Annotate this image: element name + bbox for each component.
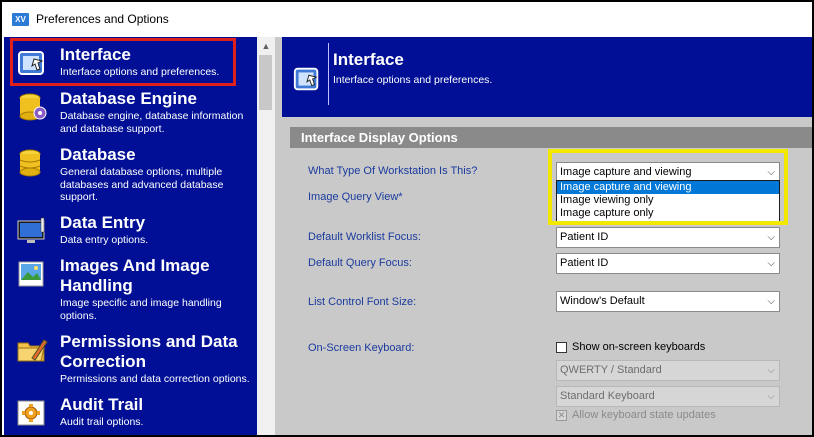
- audit-trail-icon: [17, 400, 45, 426]
- sidebar: Interface Interface options and preferen…: [4, 37, 257, 435]
- section-header: Interface Display Options: [290, 127, 812, 148]
- show-keyboard-checkbox[interactable]: [556, 342, 567, 353]
- sidebar-item-desc: Permissions and data correction options.: [60, 373, 250, 385]
- sidebar-item-title: Audit Trail: [60, 395, 144, 414]
- header-divider: [328, 43, 329, 105]
- sidebar-item-desc: General database options, multiple datab…: [60, 166, 224, 203]
- page-subtitle: Interface options and preferences.: [333, 74, 493, 86]
- font-size-label: List Control Font Size:: [308, 296, 417, 308]
- sidebar-item-title: Database: [60, 145, 136, 164]
- preferences-window: XV Preferences and Options Interface Int…: [0, 0, 814, 437]
- options-panel: Interface Interface options and preferen…: [282, 37, 812, 435]
- query-focus-label: Default Query Focus:: [308, 257, 412, 269]
- keyboard-layout-value: QWERTY / Standard: [560, 364, 662, 376]
- sidebar-item-title: Permissions and Data Correction: [60, 332, 238, 371]
- folder-pencil-icon: [17, 339, 48, 362]
- allow-keyboard-updates-checkbox[interactable]: ✕: [556, 410, 567, 421]
- app-icon: XV: [12, 12, 29, 26]
- chevron-down-icon[interactable]: ⌵: [767, 292, 775, 311]
- show-keyboard-label: Show on-screen keyboards: [572, 341, 706, 353]
- worklist-focus-select[interactable]: Patient ID ⌵: [556, 227, 780, 248]
- font-size-value: Window's Default: [560, 295, 645, 307]
- chevron-down-icon[interactable]: ⌵: [767, 254, 775, 273]
- splitter[interactable]: [275, 37, 282, 435]
- chevron-down-icon[interactable]: ⌵: [767, 228, 775, 247]
- workstation-label: What Type Of Workstation Is This?: [308, 165, 478, 177]
- chevron-down-icon: ⌵: [767, 391, 775, 402]
- scroll-up-icon[interactable]: ▲: [257, 37, 275, 55]
- font-size-select[interactable]: Window's Default ⌵: [556, 291, 780, 312]
- query-focus-select[interactable]: Patient ID ⌵: [556, 253, 780, 274]
- sidebar-scrollbar[interactable]: ▲: [257, 37, 275, 435]
- keyboard-type-select[interactable]: Standard Keyboard ⌵: [556, 386, 780, 407]
- allow-keyboard-updates-label: Allow keyboard state updates: [572, 409, 716, 421]
- sidebar-item-desc: Image specific and image handling option…: [60, 297, 222, 322]
- keyboard-layout-select[interactable]: QWERTY / Standard ⌵: [556, 360, 780, 381]
- sidebar-item-desc: Data entry options.: [60, 234, 149, 246]
- query-focus-value: Patient ID: [560, 257, 609, 269]
- sidebar-item-title: Data Entry: [60, 213, 146, 232]
- image-icon: [18, 261, 44, 287]
- options-content: Interface Display Options What Type Of W…: [282, 117, 812, 435]
- worklist-focus-value: Patient ID: [560, 231, 609, 243]
- sidebar-item-title: Database Engine: [60, 89, 197, 108]
- sidebar-item-title: Images And Image Handling: [60, 256, 210, 295]
- sidebar-item-desc: Audit trail options.: [60, 416, 144, 428]
- scrollbar-thumb[interactable]: [259, 55, 272, 110]
- page-title: Interface: [333, 50, 404, 69]
- interface-icon: [293, 67, 319, 91]
- keyboard-type-value: Standard Keyboard: [560, 390, 655, 402]
- image-query-view-label: Image Query View*: [308, 191, 403, 203]
- title-bar: XV Preferences and Options: [4, 4, 812, 34]
- window-title: Preferences and Options: [36, 12, 169, 26]
- monitor-icon: [17, 217, 45, 243]
- worklist-focus-label: Default Worklist Focus:: [308, 231, 421, 243]
- database-engine-icon: [19, 93, 47, 121]
- sidebar-item-desc: Database engine, database information an…: [60, 110, 244, 135]
- database-icon: [19, 149, 41, 177]
- callout-outline: [548, 149, 788, 225]
- keyboard-label: On-Screen Keyboard:: [308, 342, 415, 354]
- selection-outline: [10, 38, 236, 86]
- panel-header: Interface Interface options and preferen…: [282, 37, 812, 117]
- chevron-down-icon: ⌵: [767, 365, 775, 376]
